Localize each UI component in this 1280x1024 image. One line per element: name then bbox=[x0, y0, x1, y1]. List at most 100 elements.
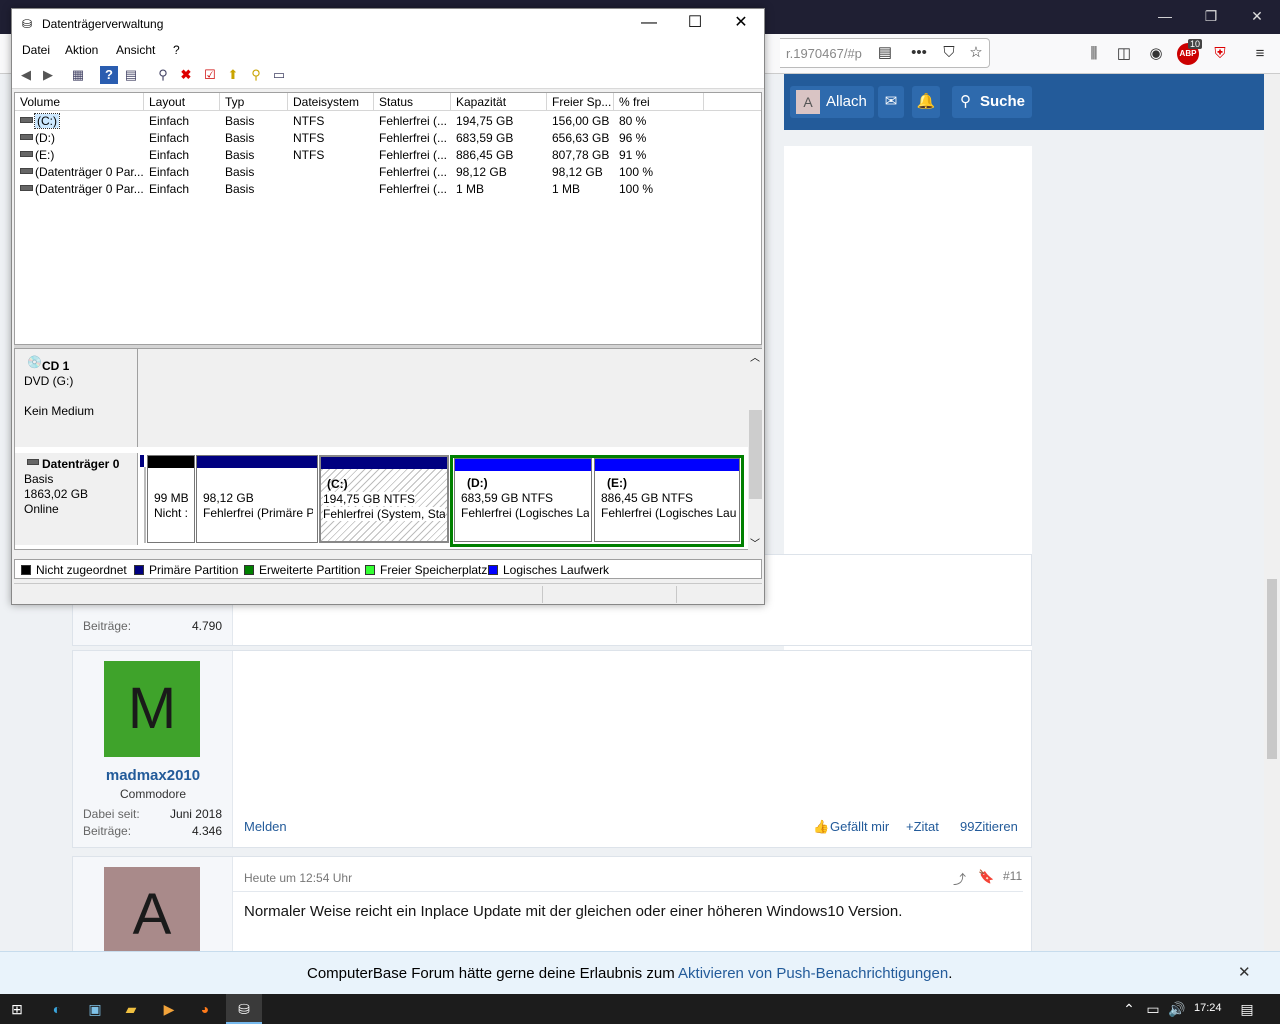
minimize-icon[interactable]: — bbox=[1142, 0, 1188, 34]
more-icon[interactable]: ••• bbox=[908, 42, 930, 64]
volume-icon bbox=[20, 134, 33, 140]
inbox-icon[interactable]: ✉ bbox=[878, 86, 904, 118]
back-arrow-icon[interactable]: ◀ bbox=[17, 66, 35, 84]
column-header-freier-speicher[interactable]: Freier Sp... bbox=[547, 93, 614, 111]
library-icon[interactable]: ⫼ bbox=[1083, 43, 1105, 65]
posts-count-label: Beiträge: bbox=[83, 619, 132, 633]
minimize-icon[interactable]: — bbox=[626, 9, 672, 39]
page-scrollbar[interactable] bbox=[1264, 74, 1280, 951]
delete-icon[interactable]: ✖ bbox=[177, 66, 195, 84]
view-icon[interactable]: ▭ bbox=[270, 66, 288, 84]
windows-start-icon[interactable]: ⊞ bbox=[6, 998, 28, 1020]
chevron-up-icon[interactable]: ⌃ bbox=[1118, 998, 1140, 1020]
partition-d[interactable]: (D:) 683,59 GB NTFS Fehlerfrei (Logische… bbox=[454, 458, 592, 542]
partition-c[interactable]: (C:) 194,75 GB NTFS Fehlerfrei (System, … bbox=[319, 455, 449, 543]
bookmark-star-icon[interactable]: ☆ bbox=[965, 42, 987, 64]
gdata-shield-icon[interactable]: ⛨ bbox=[1209, 43, 1231, 65]
maximize-icon[interactable]: ☐ bbox=[672, 9, 718, 39]
cd-label[interactable]: 💿 CD 1 DVD (G:) Kein Medium bbox=[15, 349, 138, 447]
hamburger-menu-icon[interactable]: ≡ bbox=[1249, 43, 1271, 65]
share-icon[interactable]: ⤴ bbox=[953, 869, 966, 888]
search-folder-icon[interactable]: ⚲ bbox=[247, 66, 265, 84]
partition-primary[interactable]: 98,12 GB Fehlerfrei (Primäre P bbox=[196, 455, 318, 543]
menu-ansicht[interactable]: Ansicht bbox=[116, 43, 155, 57]
graph-scrollbar[interactable]: ︿ ﹀ bbox=[748, 349, 763, 551]
bookmark-icon[interactable]: 🔖 bbox=[978, 869, 994, 885]
column-header-status[interactable]: Status bbox=[374, 93, 451, 111]
url-bar[interactable]: r.1970467/#p ▤ ••• ⛉ ☆ bbox=[780, 38, 990, 68]
post-sidebar: M madmax2010 Commodore Dabei seit: Juni … bbox=[73, 651, 233, 847]
close-icon[interactable]: ✕ bbox=[1238, 963, 1251, 981]
scrollbar-thumb[interactable] bbox=[749, 410, 762, 499]
menu-aktion[interactable]: Aktion bbox=[65, 43, 98, 57]
partition-letter: (C:) bbox=[327, 477, 348, 491]
window-titlebar[interactable]: ⛁ Datenträgerverwaltung — ☐ ✕ bbox=[12, 9, 764, 39]
column-header-kapazitaet[interactable]: Kapazität bbox=[451, 93, 547, 111]
volume-name[interactable]: (Datenträger 0 Par... bbox=[35, 165, 145, 179]
quote-link[interactable]: +Zitat bbox=[906, 819, 939, 834]
legend: Nicht zugeordnet Primäre Partition Erwei… bbox=[14, 559, 762, 579]
cd-partition-area[interactable] bbox=[138, 349, 748, 447]
close-icon[interactable]: ✕ bbox=[1234, 0, 1280, 34]
disk-management-taskbar-icon[interactable]: ⛁ bbox=[226, 994, 262, 1024]
media-player-icon[interactable]: ▶ bbox=[158, 998, 180, 1020]
cite-link[interactable]: 99Zitieren bbox=[960, 819, 1018, 834]
disk-management-icon: ⛁ bbox=[22, 17, 33, 31]
volume-name[interactable]: (D:) bbox=[35, 131, 145, 145]
volume-icon[interactable]: 🔊 bbox=[1166, 998, 1188, 1020]
check-icon[interactable]: ☑ bbox=[201, 66, 219, 84]
console-tree-icon[interactable]: ▦ bbox=[69, 66, 87, 84]
restore-icon[interactable]: ❐ bbox=[1188, 0, 1234, 34]
alerts-bell-icon[interactable]: 🔔 bbox=[912, 86, 940, 118]
menu-help[interactable]: ? bbox=[173, 43, 180, 57]
search-button[interactable]: ⚲ Suche bbox=[952, 86, 1032, 118]
edge-icon[interactable]: ◐ bbox=[46, 998, 68, 1020]
username[interactable]: madmax2010 bbox=[73, 767, 233, 784]
column-header-volume[interactable]: Volume bbox=[15, 93, 144, 111]
user-menu[interactable]: A Allach bbox=[790, 86, 874, 118]
properties-list-icon[interactable]: ▤ bbox=[122, 66, 140, 84]
cd-name: CD 1 bbox=[42, 359, 70, 373]
column-header-prozent-frei[interactable]: % frei bbox=[614, 93, 704, 111]
pocket-icon[interactable]: ⛉ bbox=[938, 42, 960, 64]
like-link[interactable]: Gefällt mir bbox=[830, 819, 889, 834]
clock[interactable]: 17:24 bbox=[1194, 1002, 1222, 1014]
partition-e[interactable]: (E:) 886,45 GB NTFS Fehlerfrei (Logische… bbox=[594, 458, 740, 542]
post-number[interactable]: #11 bbox=[1003, 869, 1022, 883]
volume-cell: Fehlerfrei (... bbox=[379, 114, 448, 128]
help-icon[interactable]: ? bbox=[100, 66, 118, 84]
account-icon[interactable]: ◉ bbox=[1145, 43, 1167, 65]
avatar[interactable]: A bbox=[104, 867, 200, 951]
post-time[interactable]: Heute um 12:54 Uhr bbox=[244, 871, 352, 885]
close-icon[interactable]: ✕ bbox=[718, 9, 764, 39]
network-icon[interactable]: ▭ bbox=[1142, 998, 1164, 1020]
partition-unallocated[interactable]: 99 MB Nicht : bbox=[147, 455, 195, 543]
notification-link[interactable]: Aktivieren von Push-Benachrichtigungen bbox=[678, 965, 948, 982]
volume-name[interactable]: (E:) bbox=[35, 148, 145, 162]
disk0-label[interactable]: Datenträger 0 Basis 1863,02 GB Online bbox=[15, 453, 138, 545]
connect-icon[interactable]: ⚲ bbox=[154, 66, 172, 84]
scrollbar-thumb[interactable] bbox=[1267, 579, 1277, 759]
statusbar bbox=[14, 583, 762, 604]
thumbs-up-icon[interactable]: 👍 bbox=[813, 819, 829, 835]
volume-name[interactable]: (Datenträger 0 Par... bbox=[35, 182, 145, 196]
scroll-down-icon[interactable]: ﹀ bbox=[750, 535, 760, 550]
volume-list: Volume Layout Typ Dateisystem Status Kap… bbox=[14, 92, 762, 345]
action-center-icon[interactable]: ▤ bbox=[1236, 998, 1258, 1020]
menu-datei[interactable]: Datei bbox=[22, 43, 50, 57]
column-header-typ[interactable]: Typ bbox=[220, 93, 288, 111]
sidebar-icon[interactable]: ◫ bbox=[1113, 43, 1135, 65]
column-header-layout[interactable]: Layout bbox=[144, 93, 220, 111]
volume-name[interactable]: (C:) bbox=[34, 113, 60, 129]
cd-type: DVD (G:) bbox=[24, 374, 74, 388]
forward-arrow-icon[interactable]: ▶ bbox=[39, 66, 57, 84]
firefox-icon[interactable]: ◕ bbox=[194, 998, 216, 1020]
app-icon[interactable]: ▣ bbox=[84, 998, 106, 1020]
column-header-dateisystem[interactable]: Dateisystem bbox=[288, 93, 374, 111]
file-explorer-icon[interactable]: ▰ bbox=[120, 998, 142, 1020]
avatar[interactable]: M bbox=[104, 661, 200, 757]
scroll-up-icon[interactable]: ︿ bbox=[750, 349, 760, 364]
folder-up-icon[interactable]: ⬆ bbox=[224, 66, 242, 84]
report-link[interactable]: Melden bbox=[244, 819, 287, 834]
reader-icon[interactable]: ▤ bbox=[874, 42, 896, 64]
